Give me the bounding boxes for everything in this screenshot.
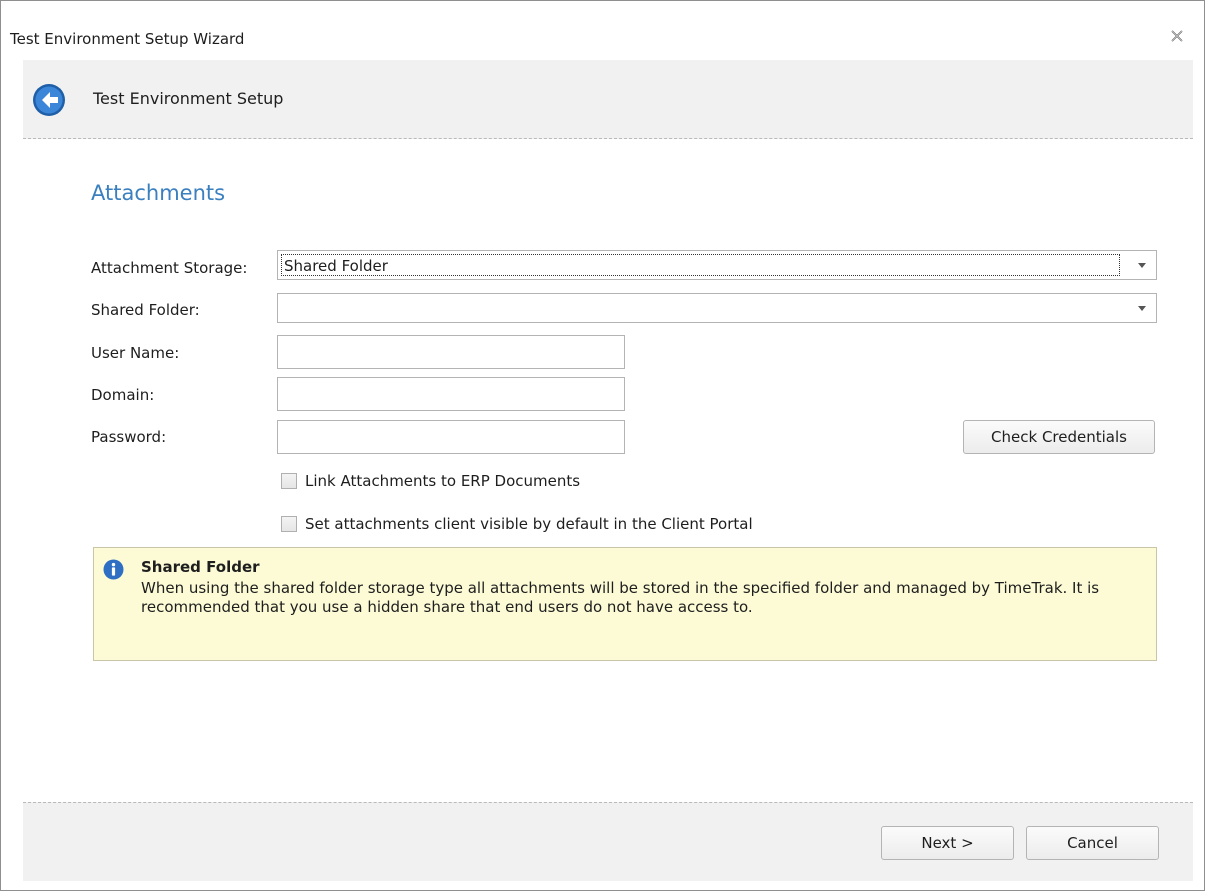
shared-folder-select[interactable] <box>277 293 1157 323</box>
header-title: Test Environment Setup <box>93 89 284 108</box>
wizard-header: Test Environment Setup <box>23 60 1193 139</box>
link-attachments-checkbox-row[interactable]: Link Attachments to ERP Documents <box>281 472 641 492</box>
domain-label: Domain: <box>91 386 155 404</box>
attachment-storage-value: Shared Folder <box>281 254 1120 276</box>
wizard-footer: Next > Cancel <box>23 802 1193 881</box>
cancel-button[interactable]: Cancel <box>1026 826 1159 860</box>
shared-folder-label: Shared Folder: <box>91 301 200 319</box>
link-attachments-label: Link Attachments to ERP Documents <box>305 472 581 490</box>
user-name-field[interactable] <box>277 335 625 369</box>
client-visible-checkbox[interactable] <box>281 516 297 532</box>
password-field[interactable] <box>277 420 625 454</box>
info-panel: Shared Folder When using the shared fold… <box>93 547 1157 661</box>
check-credentials-button[interactable]: Check Credentials <box>963 420 1155 454</box>
domain-field[interactable] <box>277 377 625 411</box>
section-title: Attachments <box>91 181 226 205</box>
info-icon <box>103 559 124 580</box>
info-text: When using the shared folder storage typ… <box>141 579 1100 616</box>
client-visible-checkbox-row[interactable]: Set attachments client visible by defaul… <box>281 515 841 535</box>
back-arrow-icon[interactable] <box>31 82 67 118</box>
attachment-storage-label: Attachment Storage: <box>91 259 248 277</box>
link-attachments-checkbox[interactable] <box>281 473 297 489</box>
client-visible-label: Set attachments client visible by defaul… <box>305 515 753 533</box>
chevron-down-icon[interactable] <box>1128 294 1156 322</box>
close-icon[interactable] <box>1170 29 1184 43</box>
shared-folder-value <box>281 297 1120 319</box>
attachment-storage-select[interactable]: Shared Folder <box>277 250 1157 280</box>
user-name-label: User Name: <box>91 344 180 362</box>
chevron-down-icon[interactable] <box>1128 251 1156 279</box>
wizard-content: Attachments Attachment Storage: Shared F… <box>23 139 1193 802</box>
wizard-window: Test Environment Setup Wizard Test Envir… <box>0 0 1205 891</box>
password-label: Password: <box>91 428 167 446</box>
info-title: Shared Folder <box>141 558 260 576</box>
next-button[interactable]: Next > <box>881 826 1014 860</box>
window-title: Test Environment Setup Wizard <box>10 30 245 48</box>
